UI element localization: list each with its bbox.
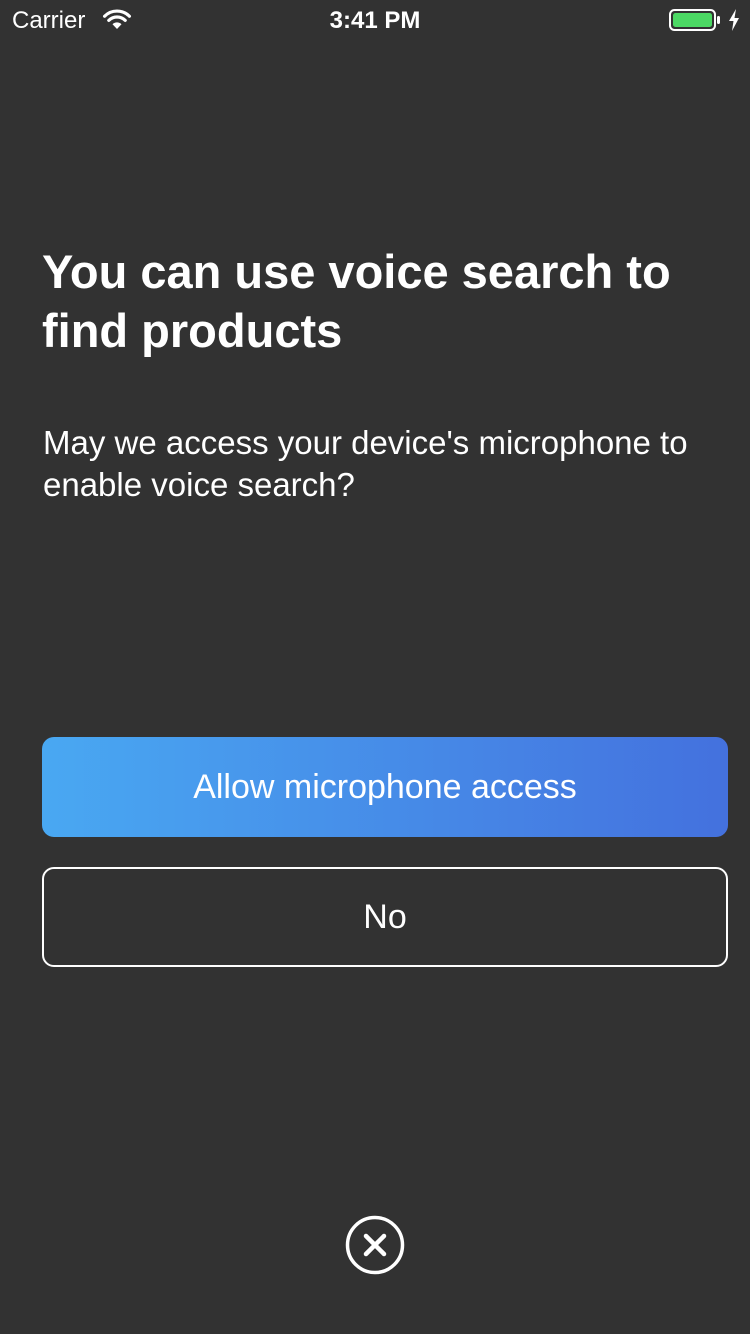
permission-message: May we access your device's microphone t… (43, 424, 688, 503)
status-time: 3:41 PM (329, 7, 421, 34)
status-bar: Carrier 3:41 PM (0, 0, 750, 40)
page-title: You can use voice search to find product… (42, 245, 671, 357)
allow-microphone-button[interactable]: Allow microphone access (42, 737, 728, 837)
close-icon[interactable] (345, 1215, 405, 1275)
battery-icon (669, 9, 720, 31)
deny-button[interactable]: No (42, 867, 728, 967)
charging-bolt-icon (729, 9, 739, 31)
